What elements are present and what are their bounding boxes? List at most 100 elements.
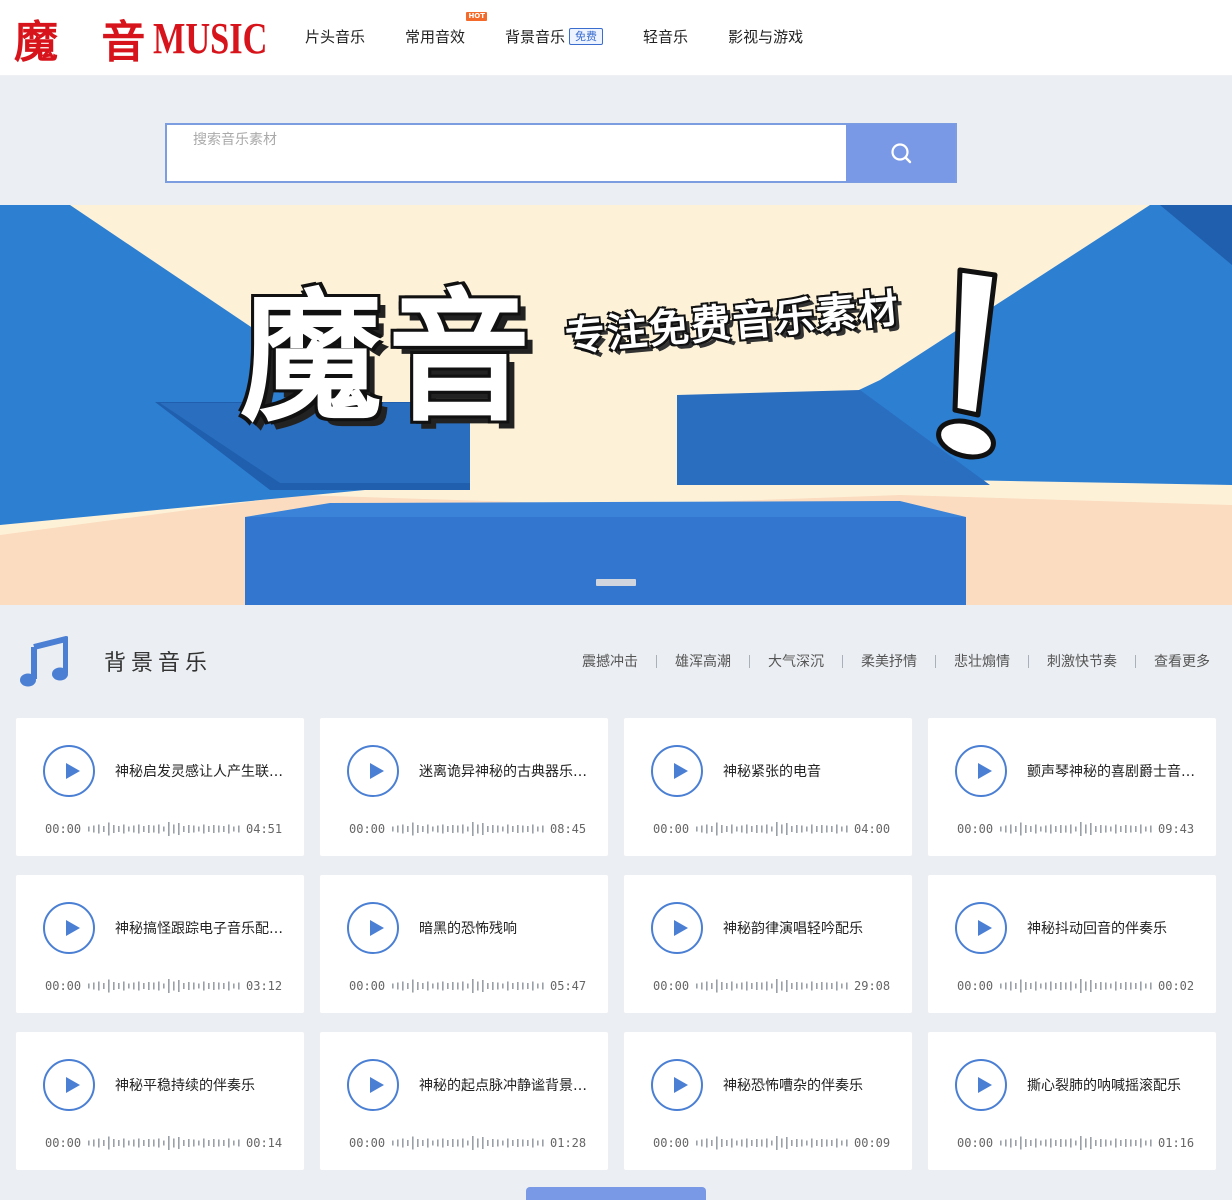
track-title[interactable]: 暗黑的恐怖残响	[419, 918, 591, 938]
waveform-bar	[1040, 983, 1042, 989]
view-more-link[interactable]: 查看更多	[1154, 651, 1210, 671]
track-title[interactable]: 神秘的起点脉冲静谧背景音乐	[419, 1075, 591, 1095]
nav-item-sound-effects[interactable]: 常用音效 HOT	[405, 11, 488, 47]
waveform-bar	[467, 826, 469, 832]
waveform-bar	[168, 1136, 170, 1150]
waveform-bar	[133, 982, 135, 990]
tag-shock[interactable]: 震撼冲击	[582, 651, 638, 671]
play-button[interactable]	[651, 1059, 703, 1111]
site-logo[interactable]: 魔 音 MUSIC	[14, 10, 300, 69]
waveform-bar	[447, 826, 449, 832]
track-card: 颤声琴神秘的喜剧爵士音乐配乐 00:00 09:43	[928, 718, 1216, 856]
track-title[interactable]: 颤声琴神秘的喜剧爵士音乐配乐	[1027, 761, 1199, 781]
waveform-bar	[427, 981, 429, 991]
waveform-bar	[1000, 1140, 1002, 1146]
logo-chinese-text: 魔 音	[14, 17, 160, 68]
play-button[interactable]	[347, 745, 399, 797]
track-title[interactable]: 神秘抖动回音的伴奏乐	[1027, 918, 1199, 938]
track-title[interactable]: 神秘搞怪跟踪电子音乐配乐素材	[115, 918, 287, 938]
waveform-bar	[1070, 1138, 1072, 1148]
waveform-icon[interactable]	[392, 977, 544, 995]
waveform-icon[interactable]	[696, 977, 848, 995]
waveform-bar	[88, 983, 90, 989]
current-time: 00:00	[45, 1136, 82, 1150]
waveform-bar	[412, 822, 414, 836]
waveform-bar	[178, 823, 180, 835]
waveform-bar	[1150, 825, 1152, 833]
waveform-bar	[502, 1140, 504, 1146]
track-title[interactable]: 神秘平稳持续的伴奏乐	[115, 1075, 287, 1095]
waveform-bar	[1035, 981, 1037, 991]
waveform-bar	[402, 1138, 404, 1148]
waveform-bar	[148, 825, 150, 833]
nav-item-background-music[interactable]: 背景音乐 免费	[505, 26, 604, 47]
waveform-icon[interactable]	[696, 820, 848, 838]
track-title[interactable]: 神秘韵律演唱轻吟配乐	[723, 918, 895, 938]
waveform-icon[interactable]	[392, 820, 544, 838]
play-button[interactable]	[651, 902, 703, 954]
waveform-icon[interactable]	[88, 820, 240, 838]
play-button[interactable]	[955, 902, 1007, 954]
hero-banner[interactable]: 魔音 专注免费音乐素材	[0, 205, 1232, 605]
waveform-bar	[776, 1136, 778, 1150]
waveform-bar	[432, 983, 434, 989]
play-button[interactable]	[955, 1059, 1007, 1111]
waveform-icon[interactable]	[1000, 820, 1152, 838]
play-button[interactable]	[955, 745, 1007, 797]
waveform-icon[interactable]	[392, 1134, 544, 1152]
load-more-button[interactable]	[526, 1187, 706, 1200]
tag-deep[interactable]: 大气深沉	[768, 651, 824, 671]
waveform-bar	[1080, 822, 1082, 836]
track-title[interactable]: 神秘启发灵感让人产生联想的配乐	[115, 761, 287, 781]
waveform-bar	[1105, 1139, 1107, 1147]
tag-tragic[interactable]: 悲壮煽情	[954, 651, 1010, 671]
waveform-icon[interactable]	[88, 1134, 240, 1152]
waveform-icon[interactable]	[88, 977, 240, 995]
waveform-bar	[751, 983, 753, 989]
play-button[interactable]	[347, 1059, 399, 1111]
waveform-icon[interactable]	[1000, 1134, 1152, 1152]
waveform-bar	[821, 982, 823, 990]
tag-lyrical[interactable]: 柔美抒情	[861, 651, 917, 671]
nav-item-film-games[interactable]: 影视与游戏	[728, 26, 803, 47]
track-title[interactable]: 撕心裂肺的呐喊摇滚配乐	[1027, 1075, 1199, 1095]
track-title[interactable]: 神秘恐怖嘈杂的伴奏乐	[723, 1075, 895, 1095]
category-tags: 震撼冲击 雄浑高潮 大气深沉 柔美抒情 悲壮煽情 刺激快节奏 查看更多	[582, 651, 1210, 671]
play-button[interactable]	[347, 902, 399, 954]
waveform-bar	[158, 981, 160, 991]
nav-item-intro-music[interactable]: 片头音乐	[305, 26, 365, 47]
waveform-bar	[88, 1140, 90, 1146]
tag-fast-paced[interactable]: 刺激快节奏	[1047, 651, 1117, 671]
play-button[interactable]	[43, 745, 95, 797]
track-title[interactable]: 神秘紧张的电音	[723, 761, 895, 781]
waveform-icon[interactable]	[696, 1134, 848, 1152]
waveform-bar	[113, 825, 115, 833]
waveform-bar	[736, 826, 738, 832]
waveform-bar	[452, 982, 454, 990]
tag-climax[interactable]: 雄浑高潮	[675, 651, 731, 671]
play-button[interactable]	[43, 902, 95, 954]
carousel-indicator[interactable]	[596, 579, 636, 586]
waveform-bar	[198, 1140, 200, 1146]
waveform-bar	[143, 1140, 145, 1146]
waveform-bar	[1130, 982, 1132, 990]
waveform-bar	[1105, 982, 1107, 990]
waveform-icon[interactable]	[1000, 977, 1152, 995]
waveform-bar	[422, 826, 424, 832]
waveform-bar	[1015, 826, 1017, 832]
waveform-bar	[1025, 982, 1027, 990]
waveform-bar	[1055, 983, 1057, 989]
search-button[interactable]	[846, 124, 955, 182]
play-button[interactable]	[651, 745, 703, 797]
waveform-bar	[128, 1140, 130, 1146]
waveform-bar	[238, 1139, 240, 1147]
track-title[interactable]: 迷离诡异神秘的古典器乐配乐	[419, 761, 591, 781]
waveform-bar	[1135, 826, 1137, 832]
waveform-bar	[203, 1138, 205, 1148]
waveform-bar	[816, 983, 818, 989]
duration: 00:09	[854, 1136, 891, 1150]
nav-item-light-music[interactable]: 轻音乐	[643, 26, 688, 47]
play-button[interactable]	[43, 1059, 95, 1111]
search-input[interactable]	[167, 125, 848, 181]
waveform-bar	[796, 982, 798, 990]
